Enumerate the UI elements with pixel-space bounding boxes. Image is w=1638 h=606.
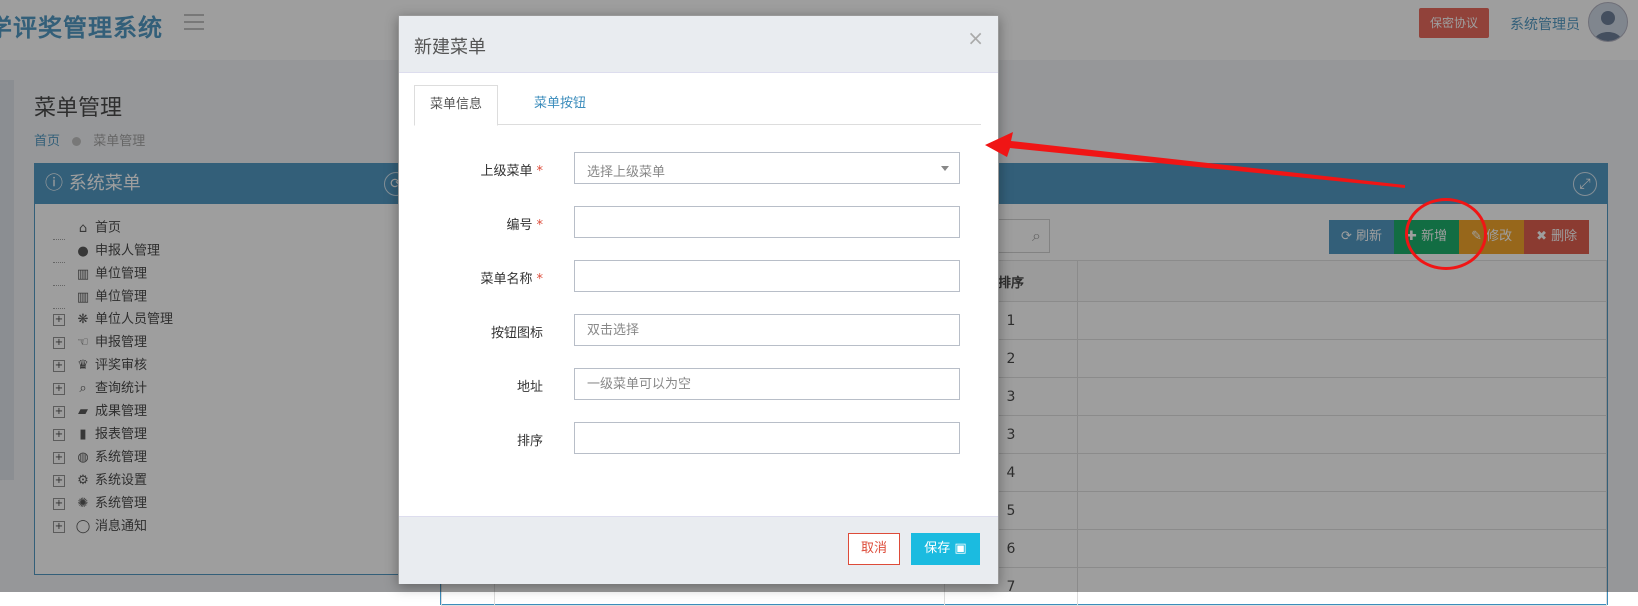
chevron-down-icon [941,166,949,171]
form-row-code: 编号 * [399,206,998,240]
cancel-button[interactable]: 取消 [848,533,900,565]
tab-menu-info[interactable]: 菜单信息 [414,85,499,126]
form-row-sort: 排序 [399,422,998,456]
address-input[interactable] [574,368,960,400]
sort-label: 排序 [516,434,543,449]
close-icon[interactable]: × [967,26,984,50]
dialog-tabs: 菜单信息 菜单按钮 [414,85,981,126]
code-input[interactable] [574,206,960,238]
new-menu-dialog: 新建菜单 × 菜单信息 菜单按钮 上级菜单 * 选择上级菜单 编号 * 菜单名称 * … [398,15,999,584]
sort-input[interactable] [574,422,960,454]
dialog-header: 新建菜单 × [399,16,998,73]
parent-menu-placeholder: 选择上级菜单 [587,165,666,180]
dialog-title: 新建菜单 [414,37,486,58]
save-button[interactable]: 保存 ▣ [911,533,980,565]
form-row-parent: 上级菜单 * 选择上级菜单 [399,152,998,186]
form-row-icon: 按钮图标 [399,314,998,348]
floppy-disk-icon: ▣ [954,541,967,556]
parent-menu-label: 上级菜单 * [480,164,543,179]
form-row-name: 菜单名称 * [399,260,998,294]
menu-name-label: 菜单名称 * [480,272,543,287]
form-row-address: 地址 [399,368,998,402]
code-label: 编号 * [506,218,543,233]
annotation-arrow-icon [985,132,1405,188]
tab-menu-buttons[interactable]: 菜单按钮 [519,85,601,123]
menu-name-input[interactable] [574,260,960,292]
parent-menu-select[interactable]: 选择上级菜单 [574,152,960,184]
button-icon-input[interactable] [574,314,960,346]
button-icon-label: 按钮图标 [490,326,543,341]
annotation-circle [1405,198,1487,270]
address-label: 地址 [516,380,543,395]
dialog-footer: 取消 保存 ▣ [399,516,998,584]
